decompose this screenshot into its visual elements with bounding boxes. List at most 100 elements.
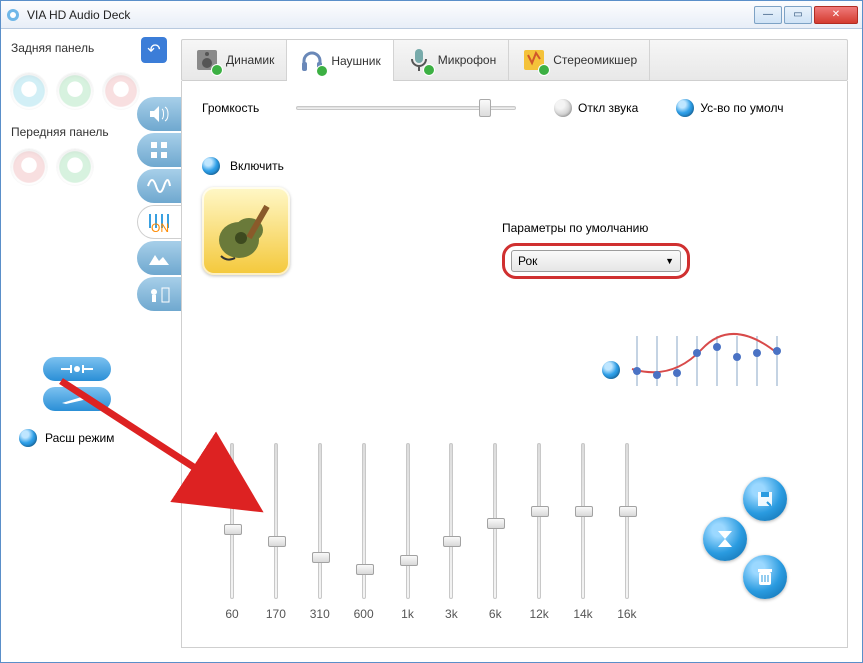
eq-freq-label: 3k <box>445 607 458 623</box>
tab-mic[interactable]: Микрофон <box>394 40 509 80</box>
device-tabs: Динамик Наушник Микрофон Стереомикшер <box>181 39 848 81</box>
tab-label: Наушник <box>331 54 380 68</box>
eq-freq-label: 60 <box>225 607 238 623</box>
eq-freq-label: 12k <box>529 607 548 623</box>
trash-icon <box>756 567 774 587</box>
eq-band-14k: 14k <box>563 443 603 623</box>
func-volume[interactable] <box>137 97 181 131</box>
eq-slider[interactable] <box>362 443 366 599</box>
eq-band-6k: 6k <box>475 443 515 623</box>
eq-band-310: 310 <box>300 443 340 623</box>
mute-label: Откл звука <box>578 101 638 115</box>
eq-slider[interactable] <box>230 443 234 599</box>
func-wave[interactable] <box>137 169 181 203</box>
jack-port[interactable] <box>11 73 47 109</box>
advanced-mode-toggle[interactable] <box>19 429 37 447</box>
undo-button[interactable]: ↶ <box>141 37 167 63</box>
preset-value: Рок <box>518 254 537 268</box>
jack-port[interactable] <box>103 73 139 109</box>
pen-tool-button[interactable] <box>43 387 111 411</box>
speaker-icon <box>194 47 220 73</box>
save-preset-button[interactable] <box>743 477 787 521</box>
app-icon <box>5 7 21 23</box>
eq-band-60: 60 <box>212 443 252 623</box>
default-device-toggle[interactable] <box>676 99 694 117</box>
tab-label: Микрофон <box>438 53 496 67</box>
connector-tool-button[interactable] <box>43 357 111 381</box>
eq-slider[interactable] <box>537 443 541 599</box>
pen-icon <box>60 393 94 405</box>
connector-icon <box>57 362 97 376</box>
maximize-button[interactable]: ▭ <box>784 6 812 24</box>
func-environment[interactable] <box>137 241 181 275</box>
jack-port[interactable] <box>57 149 93 185</box>
headphone-icon <box>299 48 325 74</box>
close-button[interactable]: ✕ <box>814 6 858 24</box>
eq-enable-toggle[interactable] <box>202 157 220 175</box>
svg-text:ON: ON <box>151 221 169 232</box>
preset-label: Параметры по умолчанию <box>502 221 690 235</box>
eq-freq-label: 170 <box>266 607 286 623</box>
eq-band-3k: 3k <box>431 443 471 623</box>
mic-icon <box>406 47 432 73</box>
equalizer-icon: ON <box>146 212 174 232</box>
guitar-icon <box>211 196 281 266</box>
window-title: VIA HD Audio Deck <box>27 8 754 22</box>
mixer-icon <box>521 47 547 73</box>
wave-icon <box>147 179 171 193</box>
eq-enable-label: Включить <box>230 159 284 173</box>
eq-bands: 60 170 310 600 1k 3k 6k 12k 14k 16k <box>212 443 647 623</box>
jack-port[interactable] <box>57 73 93 109</box>
eq-band-16k: 16k <box>607 443 647 623</box>
reset-preset-button[interactable] <box>703 517 747 561</box>
eq-slider[interactable] <box>581 443 585 599</box>
volume-label: Громкость <box>202 101 282 115</box>
title-bar: VIA HD Audio Deck — ▭ ✕ <box>1 1 862 29</box>
func-equalizer[interactable]: ON <box>137 205 181 239</box>
eq-freq-label: 600 <box>354 607 374 623</box>
tab-mixer[interactable]: Стереомикшер <box>509 40 650 80</box>
save-icon <box>755 489 775 509</box>
tab-label: Стереомикшер <box>553 53 637 67</box>
advanced-mode-label: Расш режим <box>45 431 114 445</box>
default-device-label: Ус-во по умолч <box>700 101 783 115</box>
eq-slider[interactable] <box>318 443 322 599</box>
jack-port[interactable] <box>11 149 47 185</box>
tab-headphone[interactable]: Наушник <box>287 39 393 82</box>
eq-freq-label: 16k <box>617 607 636 623</box>
hourglass-icon <box>716 529 734 549</box>
eq-slider[interactable] <box>274 443 278 599</box>
tab-label: Динамик <box>226 53 274 67</box>
eq-freq-label: 14k <box>573 607 592 623</box>
speaker-grid-icon <box>149 140 169 160</box>
preset-dropdown[interactable]: Рок ▼ <box>511 250 681 272</box>
func-room[interactable] <box>137 277 181 311</box>
content-area: ON ДинамикНаушникМикрофонСтереомикшер Гр… <box>181 29 862 662</box>
volume-icon <box>148 105 170 123</box>
preset-tile <box>202 187 290 275</box>
eq-band-12k: 12k <box>519 443 559 623</box>
eq-slider[interactable] <box>449 443 453 599</box>
preset-highlight: Рок ▼ <box>502 243 690 279</box>
eq-freq-label: 6k <box>489 607 502 623</box>
eq-slider[interactable] <box>493 443 497 599</box>
minimize-button[interactable]: — <box>754 6 782 24</box>
eq-freq-label: 310 <box>310 607 330 623</box>
func-speaker-config[interactable] <box>137 133 181 167</box>
eq-band-1k: 1k <box>388 443 428 623</box>
eq-slider[interactable] <box>406 443 410 599</box>
mute-toggle[interactable] <box>554 99 572 117</box>
room-icon <box>147 285 171 303</box>
eq-curve-toggle[interactable] <box>602 361 620 379</box>
eq-slider[interactable] <box>625 443 629 599</box>
eq-band-600: 600 <box>344 443 384 623</box>
scene-icon <box>147 249 171 267</box>
eq-curve-preview <box>602 331 782 391</box>
eq-band-170: 170 <box>256 443 296 623</box>
tab-speaker[interactable]: Динамик <box>182 40 287 80</box>
delete-preset-button[interactable] <box>743 555 787 599</box>
eq-panel: Громкость Откл звука Ус-во по умолч Вклю… <box>181 81 848 648</box>
volume-slider[interactable] <box>296 99 516 117</box>
rear-panel-label: Задняя панель <box>11 41 141 55</box>
eq-freq-label: 1k <box>401 607 414 623</box>
